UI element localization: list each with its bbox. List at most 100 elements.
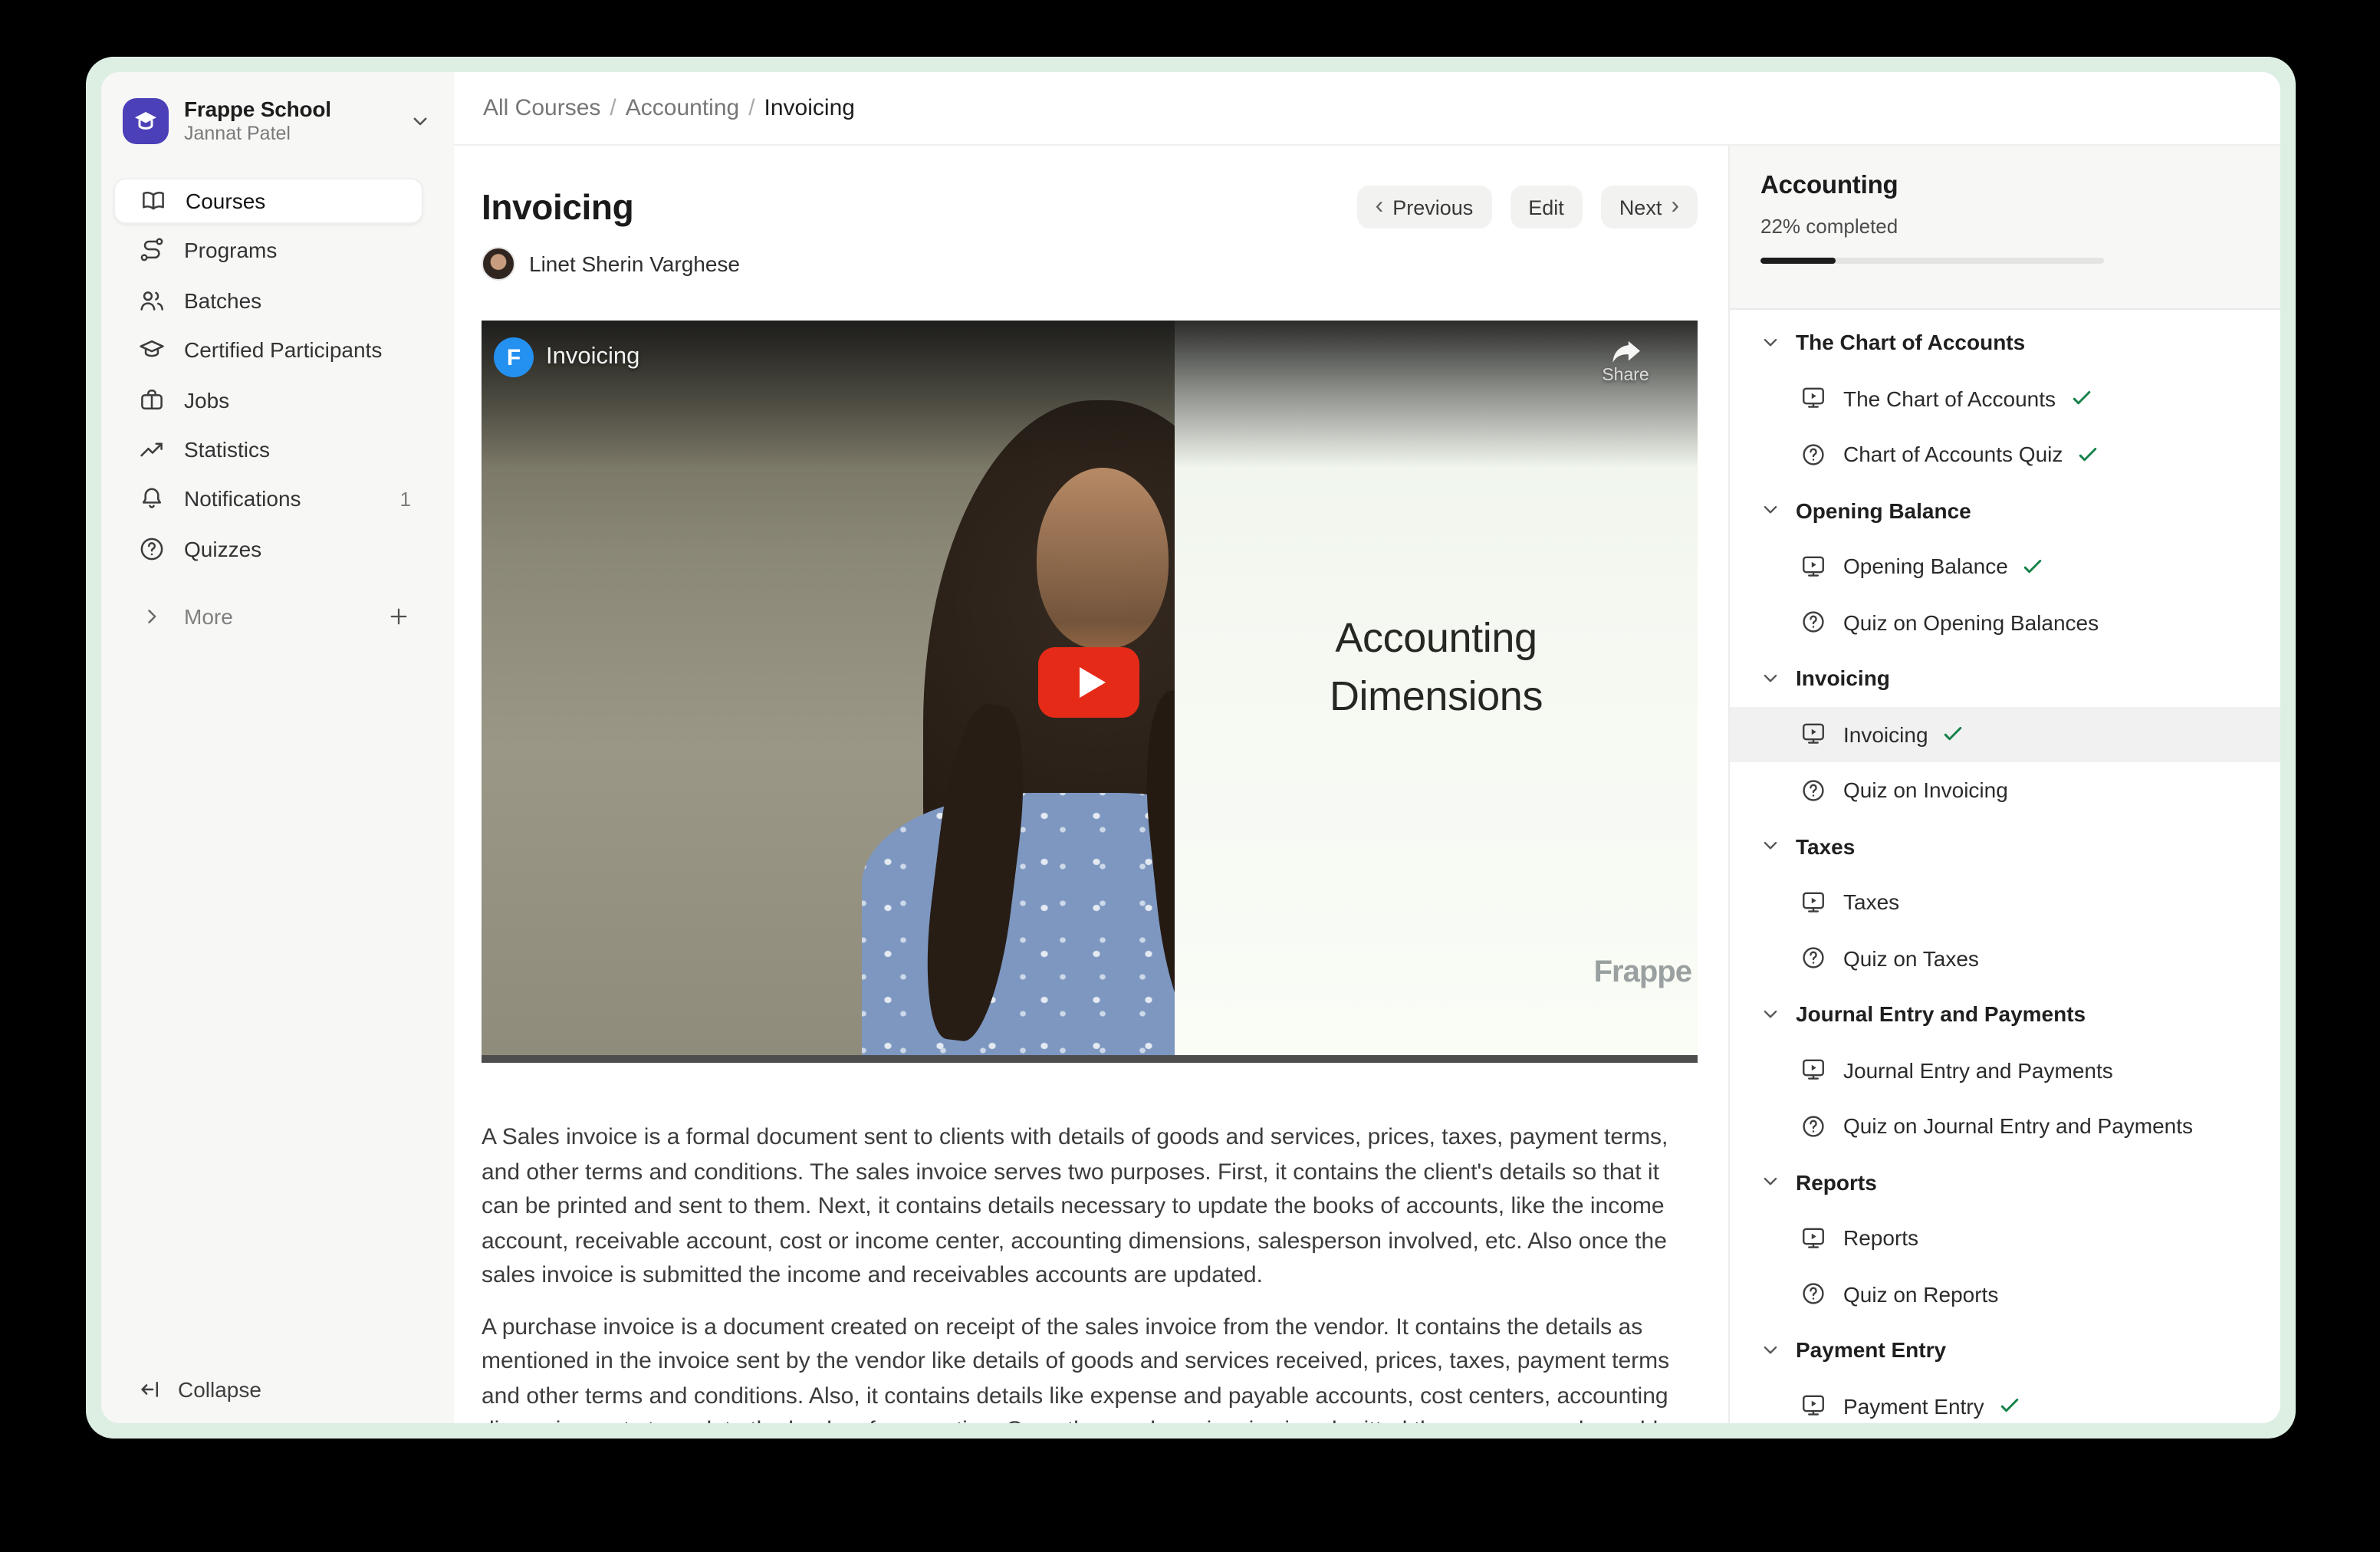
outline-item-label: Opening Balance [1843,554,2008,579]
sidebar-item-courses[interactable]: Courses [113,178,423,224]
video-lesson-icon [1800,1057,1826,1083]
chevron-down-icon [1760,837,1780,857]
book-open-icon [140,187,167,215]
sidebar-item-statistics[interactable]: Statistics [113,426,423,472]
share-arrow-icon [1608,339,1643,365]
outline-item-quiz[interactable]: Chart of Accounts Quiz [1730,426,2280,482]
video-player[interactable]: Accounting Dimensions Frappe F Invoicing… [482,321,1698,1063]
outline-item-label: Journal Entry and Payments [1843,1058,2113,1083]
route-icon [138,237,166,265]
lesson-actions: ‹ Previous Edit Next › [1357,186,1698,229]
quiz-icon [1800,1113,1826,1139]
sidebar-item-programs[interactable]: Programs [113,228,423,274]
video-lesson-icon [1800,386,1826,412]
outline-section-reports[interactable]: Reports [1730,1154,2280,1210]
outline-section-label: Reports [1796,1170,1877,1195]
next-button[interactable]: Next › [1601,186,1698,229]
outline-item-quiz[interactable]: Quiz on Opening Balances [1730,594,2280,650]
progress-fill [1760,258,1836,264]
outline-section-journal-entry[interactable]: Journal Entry and Payments [1730,986,2280,1042]
breadcrumb-separator: / [610,95,616,121]
outline-item-lesson[interactable]: Opening Balance [1730,538,2280,594]
lesson-header: Invoicing ‹ Previous Edit Next › [482,186,1698,229]
outline-item-quiz[interactable]: Quiz on Journal Entry and Payments [1730,1098,2280,1154]
briefcase-icon [138,386,166,413]
outline-item-quiz[interactable]: Quiz on Invoicing [1730,762,2280,818]
outline-item-label: Reports [1843,1226,1918,1251]
workspace-title: Frappe School [184,97,331,123]
progress-track [1760,258,2104,264]
video-lesson-icon [1800,1393,1826,1419]
sidebar-more[interactable]: More [113,593,423,639]
check-icon [1998,1395,2021,1418]
check-icon [2069,387,2092,410]
channel-avatar[interactable]: F [494,337,534,377]
sidebar-nav: Courses Programs Batches Certified Parti… [101,178,454,643]
outline-item-lesson[interactable]: Journal Entry and Payments [1730,1042,2280,1098]
left-sidebar: Frappe School Jannat Patel Courses Progr… [101,72,454,1423]
author-row: Linet Sherin Varghese [482,247,1699,281]
outline-section-invoicing[interactable]: Invoicing [1730,650,2280,706]
video-overlay-title[interactable]: Invoicing [546,344,639,371]
outline-section-label: Payment Entry [1796,1338,1946,1363]
outline-item-quiz[interactable]: Quiz on Taxes [1730,930,2280,986]
breadcrumb-accounting[interactable]: Accounting [626,95,739,121]
quiz-icon [1800,1281,1826,1307]
outline-section-payment-entry[interactable]: Payment Entry [1730,1322,2280,1378]
chevron-down-icon [1760,333,1780,353]
progress-label: 22% completed [1760,215,2250,238]
play-button[interactable] [1038,647,1139,718]
outline-item-quiz[interactable]: Quiz on Reports [1730,1266,2280,1322]
author-avatar [482,247,515,281]
sidebar-spacer [101,643,454,1366]
main-column: All Courses / Accounting / Invoicing Inv… [454,72,2280,1423]
outline-item-label: Quiz on Opening Balances [1843,610,2099,635]
video-progress-bar[interactable] [482,1055,1698,1063]
outline-item-label: Quiz on Reports [1843,1282,1998,1307]
previous-label: Previous [1392,196,1473,219]
check-icon [2022,555,2045,578]
sidebar-collapse-button[interactable]: Collapse [113,1366,423,1412]
outline-item-lesson-active[interactable]: Invoicing [1730,706,2280,762]
outline-section-label: Journal Entry and Payments [1796,1002,2086,1027]
share-button[interactable]: Share [1589,339,1662,385]
previous-button[interactable]: ‹ Previous [1357,186,1492,229]
course-outline-sidebar: Accounting 22% completed The Chart of Ac… [1728,146,2280,1423]
sidebar-item-jobs[interactable]: Jobs [113,376,423,423]
frappe-school-app: Frappe School Jannat Patel Courses Progr… [101,72,2280,1423]
outline-item-lesson[interactable]: Payment Entry [1730,1378,2280,1423]
outline-section-taxes[interactable]: Taxes [1730,818,2280,874]
outline-section-label: Opening Balance [1796,498,1971,523]
edit-button[interactable]: Edit [1510,186,1583,229]
bell-icon [138,485,166,513]
add-icon[interactable] [386,603,411,628]
sidebar-item-batches[interactable]: Batches [113,278,423,324]
sidebar-item-quizzes[interactable]: Quizzes [113,525,423,571]
workspace-info: Frappe School Jannat Patel [184,97,331,146]
sidebar-item-certified-participants[interactable]: Certified Participants [113,327,423,373]
outline-item-lesson[interactable]: The Chart of Accounts [1730,370,2280,426]
notifications-count-badge: 1 [400,488,411,511]
quiz-icon [1800,945,1826,972]
outline-section-opening-balance[interactable]: Opening Balance [1730,482,2280,538]
edit-label: Edit [1528,196,1564,219]
lesson-content: Invoicing ‹ Previous Edit Next › [454,146,1728,1423]
outline-item-label: The Chart of Accounts [1843,386,2056,411]
outline-section-chart-of-accounts[interactable]: The Chart of Accounts [1730,314,2280,370]
outline-section-label: Taxes [1796,834,1855,859]
sidebar-item-label: Notifications [184,487,301,511]
chevron-down-icon[interactable] [408,109,432,133]
sidebar-item-label: Certified Participants [184,337,382,362]
page-title: Invoicing [482,186,633,228]
quiz-icon [1800,610,1826,636]
sidebar-item-notifications[interactable]: Notifications 1 [113,476,423,522]
outline-item-label: Taxes [1843,890,1899,915]
course-progress-header: Accounting 22% completed [1730,146,2280,310]
breadcrumb-all-courses[interactable]: All Courses [483,95,600,121]
outline-item-lesson[interactable]: Reports [1730,1210,2280,1266]
outline-item-lesson[interactable]: Taxes [1730,874,2280,930]
workspace-switcher[interactable]: Frappe School Jannat Patel [123,97,432,146]
user-name: Jannat Patel [184,123,331,146]
course-outline-list: The Chart of Accounts The Chart of Accou… [1730,310,2280,1423]
video-lesson-icon [1800,889,1826,916]
